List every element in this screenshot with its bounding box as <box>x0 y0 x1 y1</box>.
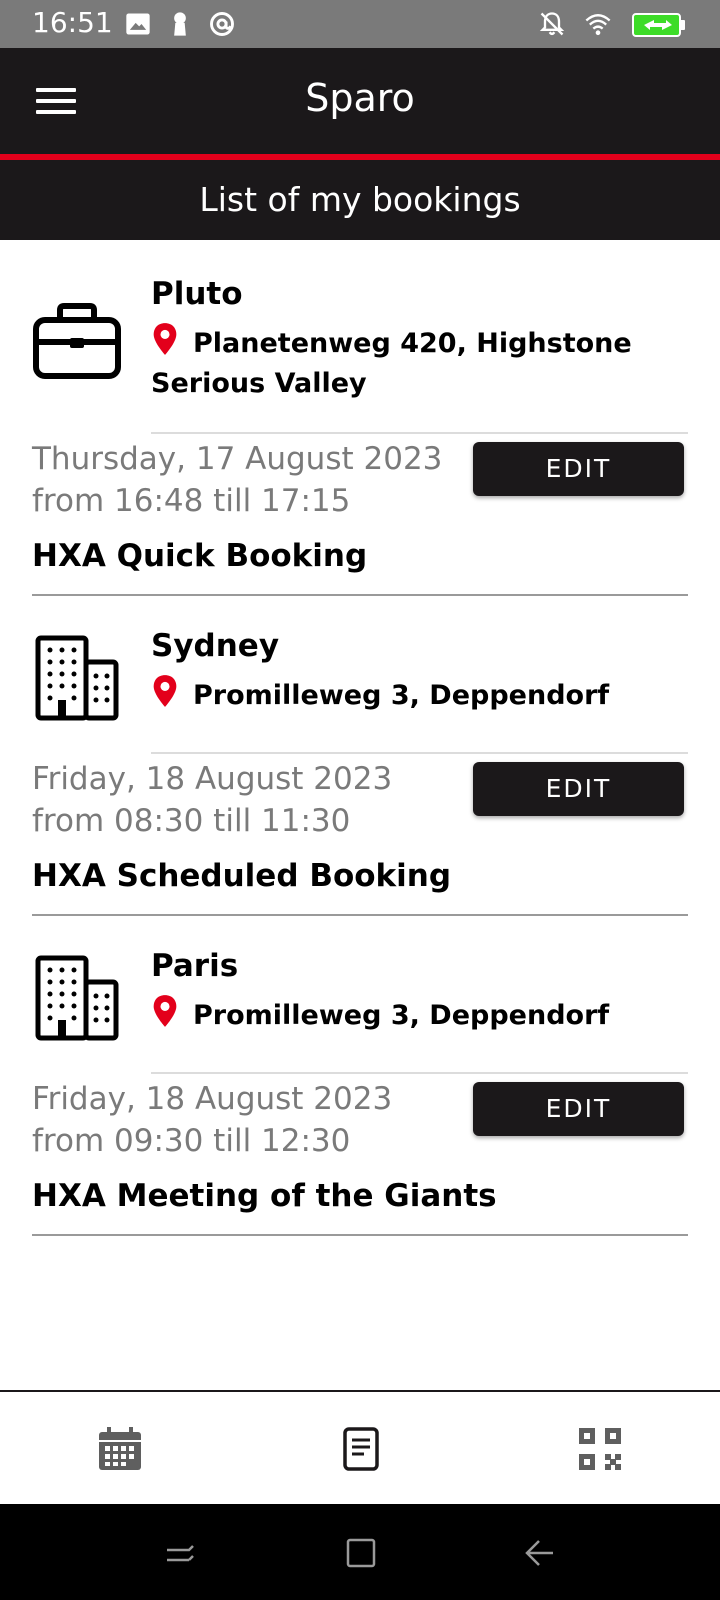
keyhole-icon <box>174 12 186 36</box>
booking-address-text: Promilleweg 3, Deppendorf <box>193 1000 610 1031</box>
building-icon <box>35 955 119 1041</box>
booking-time: from 09:30 till 12:30 <box>32 1123 351 1159</box>
bottom-navigation <box>0 1390 720 1504</box>
edit-button[interactable]: EDIT <box>473 1082 684 1136</box>
separator <box>151 432 688 434</box>
booking-location-name: Pluto <box>151 276 243 312</box>
bookings-list-icon[interactable] <box>338 1426 384 1472</box>
system-navigation-bar <box>0 1504 720 1600</box>
booking-title: HXA Meeting of the Giants <box>32 1178 497 1214</box>
recents-icon[interactable] <box>163 1536 197 1570</box>
booking-date: Friday, 18 August 2023 <box>32 761 393 797</box>
home-icon[interactable] <box>344 1536 378 1570</box>
booking-address-text: Promilleweg 3, Deppendorf <box>193 680 610 711</box>
separator <box>151 752 688 754</box>
booking-address: Promilleweg 3, Deppendorf <box>151 674 671 716</box>
booking-date: Friday, 18 August 2023 <box>32 1081 393 1117</box>
app-title: Sparo <box>305 76 415 120</box>
page-title: List of my bookings <box>0 160 720 240</box>
at-sign-icon <box>210 12 234 36</box>
briefcase-icon <box>33 303 121 379</box>
booking-address: Planetenweg 420, Highstone Serious Valle… <box>151 322 671 404</box>
booking-location-name: Paris <box>151 948 239 984</box>
separator <box>151 1072 688 1074</box>
booking-title: HXA Quick Booking <box>32 538 368 574</box>
location-pin-icon <box>153 323 177 355</box>
battery-charging-icon <box>632 13 685 37</box>
card-divider <box>32 594 688 596</box>
booking-location-name: Sydney <box>151 628 280 664</box>
booking-title: HXA Scheduled Booking <box>32 858 452 894</box>
wifi-icon <box>585 14 611 36</box>
calendar-icon[interactable] <box>97 1426 143 1472</box>
booking-time: from 16:48 till 17:15 <box>32 483 351 519</box>
status-bar: 16:51 <box>0 0 720 48</box>
back-icon[interactable] <box>523 1536 557 1570</box>
edit-button[interactable]: EDIT <box>473 442 684 496</box>
image-icon <box>126 13 150 35</box>
card-divider <box>32 914 688 916</box>
booking-time: from 08:30 till 11:30 <box>32 803 351 839</box>
booking-address: Promilleweg 3, Deppendorf <box>151 994 671 1036</box>
status-time: 16:51 <box>32 6 113 39</box>
notifications-off-icon <box>539 12 565 36</box>
location-pin-icon <box>153 675 177 707</box>
app-bar: Sparo <box>0 48 720 154</box>
location-pin-icon <box>153 995 177 1027</box>
booking-address-text: Planetenweg 420, Highstone Serious Valle… <box>151 328 632 399</box>
card-divider <box>32 1234 688 1236</box>
building-icon <box>35 635 119 721</box>
qr-code-icon[interactable] <box>577 1426 623 1472</box>
booking-date: Thursday, 17 August 2023 <box>32 441 443 477</box>
edit-button[interactable]: EDIT <box>473 762 684 816</box>
